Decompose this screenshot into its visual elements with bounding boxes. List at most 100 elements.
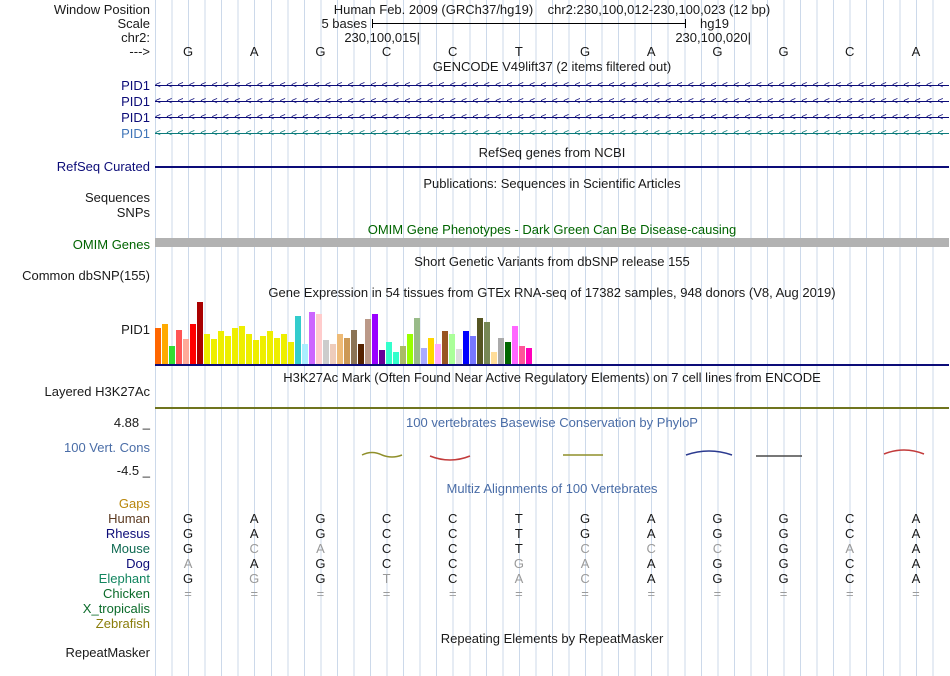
gencode-transcript-row[interactable]: PID1 <<<<<<<<<<<<<<<<<<<<<<<<<<<<<<<<<<<<… [0,78,950,93]
gencode-transcript-row[interactable]: PID1 <<<<<<<<<<<<<<<<<<<<<<<<<<<<<<<<<<<<… [0,94,950,109]
alignment-base: = [448,586,457,601]
dbsnp-track-title: Short Genetic Variants from dbSNP releas… [414,254,690,269]
alignment-base: G [513,556,524,571]
alignment-row: Gaps [0,496,950,511]
gtex-bar [225,336,231,364]
alignment-base: A [911,556,921,571]
alignment-base: = [713,586,722,601]
gencode-item-label[interactable]: PID1 [0,78,150,93]
refseq-track-label[interactable]: RefSeq Curated [0,159,150,174]
refseq-gene-line[interactable] [155,166,949,168]
alignment-base: A [249,526,259,541]
gtex-bar [414,318,420,364]
phylop-min-row: -4.5 _ [0,463,950,478]
gtex-bar [260,336,266,364]
alignment-row: Zebrafish [0,616,950,631]
gtex-bar-chart[interactable] [155,298,949,364]
omim-track-label[interactable]: OMIM Genes [0,237,150,252]
gtex-bar [176,330,182,364]
alignment-base: C [845,571,855,586]
gencode-item-label[interactable]: PID1 [0,126,150,141]
gencode-transcript-row[interactable]: PID1 <<<<<<<<<<<<<<<<<<<<<<<<<<<<<<<<<<<<… [0,126,950,141]
alignment-base: A [646,571,656,586]
gtex-gene-label[interactable]: PID1 [0,322,150,337]
gtex-bar [512,326,518,364]
alignment-base: G [183,541,194,556]
alignment-base: = [250,586,259,601]
window-position-label: Window Position [53,2,150,17]
alignment-base: T [514,541,523,556]
repeatmasker-row: RepeatMasker [0,645,950,660]
sequences-track-label[interactable]: Sequences [0,190,150,205]
alignment-base: G [183,526,194,541]
gtex-bar [323,340,329,364]
h3k27ac-track-label[interactable]: Layered H3K27Ac [0,384,150,399]
gtex-bar [246,334,252,364]
alignment-base: C [448,571,458,586]
scale-bar [372,19,686,28]
gencode-transcript-row[interactable]: PID1 <<<<<<<<<<<<<<<<<<<<<<<<<<<<<<<<<<<<… [0,110,950,125]
phylop-track-label[interactable]: 100 Vert. Cons [0,440,150,455]
transcript-direction-arrows: <<<<<<<<<<<<<<<<<<<<<<<<<<<<<<<<<<<<<<<<… [155,112,949,123]
gtex-bar [190,324,196,364]
alignment-base: C [448,526,458,541]
species-label[interactable]: Chicken [0,586,150,601]
species-label[interactable]: Dog [0,556,150,571]
species-label[interactable]: Gaps [0,496,150,511]
alignment-base: A [911,541,921,556]
species-label[interactable]: Mouse [0,541,150,556]
gtex-bar [316,314,322,364]
alignment-base: G [580,526,591,541]
gtex-bar [330,344,336,364]
scale-label: Scale [117,16,150,31]
gtex-bar [218,331,224,364]
alignment-base: G [315,511,326,526]
species-label[interactable]: Rhesus [0,526,150,541]
alignment-base: A [514,571,524,586]
omim-gene-bar[interactable] [155,238,949,247]
gtex-baseline [155,364,949,366]
snps-row: SNPs [0,205,950,220]
gtex-bar [358,344,364,364]
phylop-wiggle-segment [685,450,733,456]
gencode-item-label[interactable]: PID1 [0,94,150,109]
ruler-base: G [183,44,194,59]
snps-track-label[interactable]: SNPs [0,205,150,220]
phylop-wiggle-segment [429,455,471,461]
gtex-bar [463,331,469,364]
alignment-base: C [845,511,855,526]
gtex-bar [428,338,434,364]
alignment-base: G [778,556,789,571]
species-label[interactable]: Zebrafish [0,616,150,631]
dbsnp-track-label[interactable]: Common dbSNP(155) [0,268,150,283]
gtex-bar [372,314,378,364]
gtex-bar [337,334,343,364]
alignment-row: Mouse G C A C C T C C C G A A [0,541,950,556]
gtex-bar [386,342,392,364]
species-label[interactable]: Elephant [0,571,150,586]
gtex-bar [470,336,476,364]
coordinate-row: chr2: 230,100,015| 230,100,020| [0,30,950,45]
gtex-bar [344,338,350,364]
gtex-bar [484,322,490,364]
species-label[interactable]: X_tropicalis [0,601,150,616]
gtex-bar [519,346,525,364]
phylop-wiggle-segment [361,451,403,458]
refseq-row: RefSeq Curated [0,159,950,174]
assembly-label: hg19 [700,16,729,31]
gtex-bar [526,348,532,364]
gtex-bar [169,346,175,364]
refseq-track-title: RefSeq genes from NCBI [478,145,626,160]
gencode-item-label[interactable]: PID1 [0,110,150,125]
repeatmasker-track-label[interactable]: RepeatMasker [0,645,150,660]
gtex-bar [477,318,483,364]
alignment-base: G [712,556,723,571]
h3k27ac-signal-line[interactable] [155,407,949,409]
species-label[interactable]: Human [0,511,150,526]
phylop-label-row: 100 Vert. Cons [0,440,950,455]
alignment-base: A [911,571,921,586]
alignment-base: A [249,556,259,571]
alignment-base: C [448,541,458,556]
gencode-track-title: GENCODE V49lift37 (2 items filtered out) [432,59,672,74]
ruler-base: A [646,44,656,59]
